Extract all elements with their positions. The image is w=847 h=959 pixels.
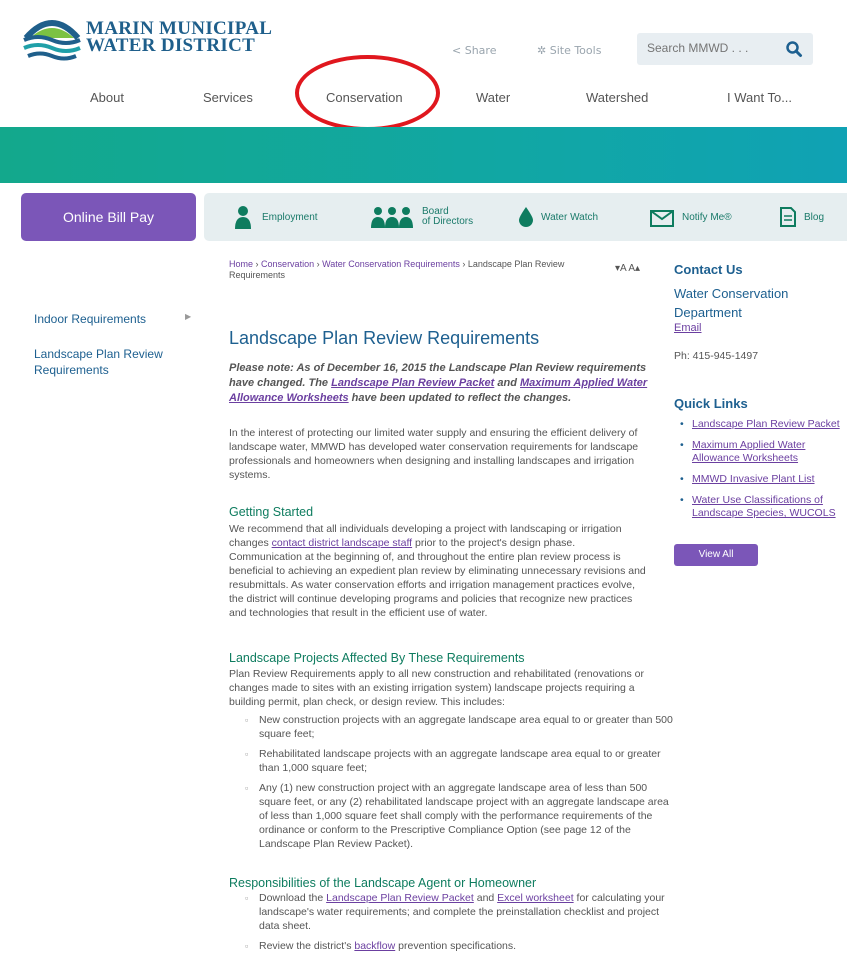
gear-icon: ✲ bbox=[537, 44, 547, 57]
quick-employment[interactable]: Employment bbox=[232, 193, 318, 241]
list-item: Maximum Applied Water Allowance Workshee… bbox=[674, 439, 847, 465]
quick-blog[interactable]: Blog bbox=[780, 193, 824, 241]
nav-i-want-to[interactable]: I Want To... bbox=[727, 90, 792, 105]
droplet-icon bbox=[519, 207, 533, 227]
breadcrumb-water-conservation[interactable]: Water Conservation Requirements bbox=[322, 259, 460, 269]
quick-link[interactable]: Maximum Applied Water Allowance Workshee… bbox=[692, 439, 805, 464]
backflow-link[interactable]: backflow bbox=[354, 940, 395, 952]
quick-links-heading: Quick Links bbox=[674, 396, 748, 411]
quick-water-watch[interactable]: Water Watch bbox=[519, 193, 598, 241]
breadcrumb: Home › Conservation › Water Conservation… bbox=[229, 259, 609, 281]
annotation-circle bbox=[295, 55, 440, 131]
contact-staff-link[interactable]: contact district landscape staff bbox=[272, 537, 412, 549]
quick-label: Employment bbox=[262, 211, 318, 223]
logo-line2: WATER DISTRICT bbox=[86, 35, 256, 56]
item-text: Review the district's bbox=[259, 940, 355, 952]
list-item: New construction projects with an aggreg… bbox=[245, 713, 675, 741]
list-item: Water Use Classifications of Landscape S… bbox=[674, 494, 847, 520]
item-text: prevention specifications. bbox=[395, 940, 517, 952]
quick-links-list: Landscape Plan Review Packet Maximum App… bbox=[674, 418, 847, 528]
item-text: and bbox=[473, 892, 498, 904]
nav-water[interactable]: Water bbox=[476, 90, 510, 105]
sidebar-item-landscape[interactable]: Landscape Plan Review Requirements bbox=[34, 346, 194, 378]
share-button[interactable]: < Share bbox=[452, 44, 496, 57]
contact-phone: Ph: 415-945-1497 bbox=[674, 350, 759, 362]
contact-dept: Water Conservation Department bbox=[674, 286, 789, 320]
sidebar-item-indoor[interactable]: Indoor Requirements bbox=[34, 311, 146, 327]
quick-label: Notify Me® bbox=[682, 211, 732, 223]
packet-link[interactable]: Landscape Plan Review Packet bbox=[326, 892, 474, 904]
affected-paragraph: Plan Review Requirements apply to all ne… bbox=[229, 668, 644, 708]
site-tools-label: Site Tools bbox=[549, 44, 602, 57]
search-input[interactable] bbox=[647, 41, 777, 55]
page-title: Landscape Plan Review Requirements bbox=[229, 328, 540, 348]
group-icon bbox=[371, 207, 413, 228]
responsibilities-list: Download the Landscape Plan Review Packe… bbox=[229, 891, 665, 959]
view-all-button[interactable]: View All bbox=[674, 544, 758, 566]
affected-heading: Landscape Projects Affected By These Req… bbox=[229, 651, 525, 665]
quick-link[interactable]: MMWD Invasive Plant List bbox=[692, 473, 815, 485]
search-box bbox=[637, 33, 813, 65]
nav-watershed[interactable]: Watershed bbox=[586, 90, 648, 105]
item-text: Download the bbox=[259, 892, 327, 904]
quick-label: Water Watch bbox=[541, 211, 599, 223]
text-size-control[interactable]: ▾A A▴ bbox=[615, 263, 640, 274]
quick-label: Blog bbox=[804, 211, 825, 223]
breadcrumb-sep: › bbox=[316, 259, 320, 269]
share-icon: < bbox=[452, 44, 462, 57]
getting-started-paragraph: We recommend that all individuals develo… bbox=[229, 522, 649, 620]
list-item: Rehabilitated landscape projects with an… bbox=[245, 747, 675, 775]
note-text: and bbox=[494, 377, 521, 389]
logo-icon bbox=[23, 20, 81, 61]
note-text: have been updated to reflect the changes… bbox=[348, 392, 572, 404]
responsibilities-heading: Responsibilities of the Landscape Agent … bbox=[229, 876, 537, 890]
getting-started-heading: Getting Started bbox=[229, 505, 314, 519]
breadcrumb-sep: › bbox=[255, 259, 259, 269]
contact-heading: Contact Us bbox=[674, 262, 743, 277]
site-tools-button[interactable]: ✲ Site Tools bbox=[537, 44, 601, 57]
share-label: Share bbox=[464, 44, 497, 57]
quick-bar: Employment Board of Directors Water Watc… bbox=[204, 193, 847, 241]
affected-list: New construction projects with an aggreg… bbox=[229, 713, 675, 857]
chevron-right-icon: ▶ bbox=[185, 312, 192, 321]
person-icon bbox=[235, 206, 251, 229]
list-item: MMWD Invasive Plant List bbox=[674, 473, 847, 486]
breadcrumb-home[interactable]: Home bbox=[229, 259, 253, 269]
packet-link[interactable]: Landscape Plan Review Packet bbox=[331, 377, 494, 389]
breadcrumb-conservation[interactable]: Conservation bbox=[261, 259, 314, 269]
change-note: Please note: As of December 16, 2015 the… bbox=[229, 361, 649, 406]
intro-paragraph: In the interest of protecting our limite… bbox=[229, 427, 639, 481]
email-link[interactable]: Email bbox=[674, 322, 702, 334]
quick-notify-me[interactable]: Notify Me® bbox=[650, 193, 732, 241]
hero-banner bbox=[0, 127, 847, 183]
quick-board[interactable]: Board of Directors bbox=[370, 193, 473, 241]
quick-link[interactable]: Landscape Plan Review Packet bbox=[692, 418, 840, 430]
nav-services[interactable]: Services bbox=[203, 90, 253, 105]
list-item: Any (1) new construction project with an… bbox=[245, 781, 675, 851]
quick-label: Board of Directors bbox=[422, 206, 474, 227]
excel-worksheet-link[interactable]: Excel worksheet bbox=[497, 892, 573, 904]
quick-link[interactable]: Water Use Classifications of Landscape S… bbox=[692, 494, 836, 519]
document-icon bbox=[780, 207, 796, 227]
list-item: Landscape Plan Review Packet bbox=[674, 418, 847, 431]
paragraph-text: prior to the project's design phase. Com… bbox=[229, 537, 646, 619]
search-icon[interactable] bbox=[785, 40, 803, 58]
online-bill-pay-button[interactable]: Online Bill Pay bbox=[21, 193, 196, 241]
list-item: Review the district's backflow preventio… bbox=[245, 939, 665, 953]
list-item: Download the Landscape Plan Review Packe… bbox=[245, 891, 665, 933]
nav-about[interactable]: About bbox=[90, 90, 124, 105]
breadcrumb-sep: › bbox=[462, 259, 466, 269]
envelope-icon bbox=[650, 210, 674, 227]
logo-text: MARIN MUNICIPAL WATER DISTRICT bbox=[86, 19, 272, 56]
